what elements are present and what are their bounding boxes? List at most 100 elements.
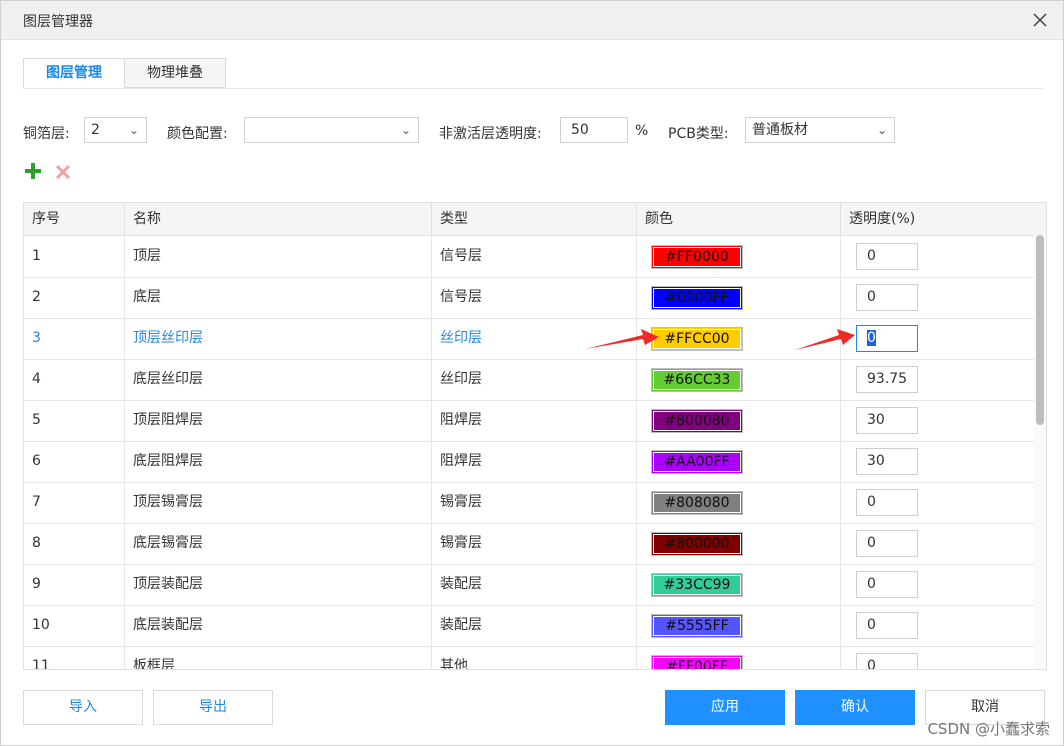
opacity-input[interactable]: 0 (856, 284, 918, 311)
opacity-input[interactable]: 0 (856, 243, 918, 270)
table-row[interactable]: 6 底层阻焊层 阻焊层 #AA00FF 30 (24, 441, 1034, 483)
row-color-cell: #800080 (637, 400, 841, 441)
row-layer-type: 阻焊层 (432, 400, 637, 441)
copper-layers-label: 铜箔层: (23, 126, 70, 142)
row-opacity-cell: 0 (841, 523, 1034, 564)
row-layer-name: 顶层装配层 (125, 564, 432, 605)
table-row[interactable]: 11 板框层 其他 #FF00FF 0 (24, 646, 1034, 670)
header-name: 名称 (125, 203, 432, 235)
copper-layers-select[interactable]: 2 ⌄ (84, 117, 147, 143)
row-opacity-cell: 0 (841, 482, 1034, 523)
scrollbar-thumb[interactable] (1036, 235, 1044, 425)
pcb-type-select[interactable]: 普通板材 ⌄ (745, 117, 895, 143)
inactive-opacity-label: 非激活层透明度: (439, 126, 542, 142)
row-color-cell: #808080 (637, 482, 841, 523)
color-swatch[interactable]: #0000FF (651, 286, 743, 310)
inactive-opacity-input[interactable]: 50 (560, 117, 628, 143)
import-button[interactable]: 导入 (23, 690, 143, 725)
opacity-input[interactable]: 0 (856, 653, 918, 670)
row-layer-name: 顶层阻焊层 (125, 400, 432, 441)
opacity-value: 0 (867, 658, 876, 670)
opacity-input[interactable]: 30 (856, 448, 918, 475)
table-row[interactable]: 2 底层 信号层 #0000FF 0 (24, 277, 1034, 319)
color-swatch[interactable]: #5555FF (651, 614, 743, 638)
row-color-cell: #AA00FF (637, 441, 841, 482)
table-row[interactable]: 3 顶层丝印层 丝印层 #FFCC00 0 (24, 318, 1034, 360)
header-type: 类型 (432, 203, 637, 235)
color-swatch[interactable]: #FF0000 (651, 245, 743, 269)
table-row[interactable]: 5 顶层阻焊层 阻焊层 #800080 30 (24, 400, 1034, 442)
color-swatch[interactable]: #FFCC00 (651, 327, 743, 351)
color-swatch[interactable]: #66CC33 (651, 368, 743, 392)
table-row[interactable]: 4 底层丝印层 丝印层 #66CC33 93.75 (24, 359, 1034, 401)
row-opacity-cell: 0 (841, 318, 1034, 359)
color-swatch[interactable]: #33CC99 (651, 573, 743, 597)
pcb-type-value: 普通板材 (752, 122, 808, 138)
row-color-cell: #800000 (637, 523, 841, 564)
pcb-type-label: PCB类型: (668, 126, 729, 142)
row-layer-name: 底层装配层 (125, 605, 432, 646)
opacity-value: 0 (867, 248, 876, 264)
row-color-cell: #0000FF (637, 277, 841, 318)
tab-layer-management[interactable]: 图层管理 (23, 58, 125, 88)
row-layer-name: 底层阻焊层 (125, 441, 432, 482)
row-layer-name: 顶层 (125, 236, 432, 277)
row-layer-name: 顶层丝印层 (125, 318, 432, 359)
row-index: 3 (24, 318, 125, 359)
row-layer-type: 丝印层 (432, 359, 637, 400)
copper-layers-value: 2 (91, 122, 100, 138)
row-index: 5 (24, 400, 125, 441)
row-opacity-cell: 0 (841, 605, 1034, 646)
apply-button[interactable]: 应用 (665, 690, 785, 725)
opacity-value: 30 (867, 453, 885, 469)
row-layer-type: 其他 (432, 646, 637, 669)
row-layer-name: 底层 (125, 277, 432, 318)
row-index: 6 (24, 441, 125, 482)
ok-button[interactable]: 确认 (795, 690, 915, 725)
table-row[interactable]: 1 顶层 信号层 #FF0000 0 (24, 236, 1034, 278)
close-icon[interactable] (1029, 9, 1051, 31)
tab-physical-stackup[interactable]: 物理堆叠 (125, 58, 226, 88)
opacity-value: 30 (867, 412, 885, 428)
plus-icon[interactable] (23, 161, 43, 181)
watermark: CSDN @小蠢求索 (927, 720, 1050, 738)
opacity-input[interactable]: 93.75 (856, 366, 918, 393)
annotation-arrow-icon (795, 329, 855, 350)
color-swatch[interactable]: #FF00FF (651, 655, 743, 669)
tab-bar: 图层管理 物理堆叠 (23, 58, 226, 88)
table-row[interactable]: 7 顶层锡膏层 锡膏层 #808080 0 (24, 482, 1034, 524)
table-row[interactable]: 8 底层锡膏层 锡膏层 #800000 0 (24, 523, 1034, 565)
percent-unit: % (635, 123, 649, 139)
row-index: 11 (24, 646, 125, 669)
opacity-input[interactable]: 0 (856, 325, 918, 352)
table-row[interactable]: 10 底层装配层 装配层 #5555FF 0 (24, 605, 1034, 647)
color-swatch[interactable]: #808080 (651, 491, 743, 515)
opacity-value: 0 (867, 576, 876, 592)
row-layer-type: 装配层 (432, 564, 637, 605)
opacity-value: 0 (867, 330, 876, 346)
row-index: 1 (24, 236, 125, 277)
opacity-value: 0 (867, 494, 876, 510)
delete-icon[interactable] (55, 164, 71, 180)
opacity-input[interactable]: 30 (856, 407, 918, 434)
opacity-input[interactable]: 0 (856, 530, 918, 557)
row-index: 10 (24, 605, 125, 646)
layer-table: 序号 名称 类型 颜色 透明度(%) 1 顶层 信号层 #FF0000 0 2 底层 信号层 #… (23, 202, 1047, 670)
opacity-input[interactable]: 0 (856, 489, 918, 516)
opacity-input[interactable]: 0 (856, 571, 918, 598)
opacity-input[interactable]: 0 (856, 612, 918, 639)
row-color-cell: #FF0000 (637, 236, 841, 277)
color-swatch[interactable]: #800080 (651, 409, 743, 433)
row-opacity-cell: 0 (841, 236, 1034, 277)
row-layer-type: 锡膏层 (432, 482, 637, 523)
table-header: 序号 名称 类型 颜色 透明度(%) (24, 203, 1046, 236)
export-button[interactable]: 导出 (153, 690, 273, 725)
color-swatch[interactable]: #800000 (651, 532, 743, 556)
table-row[interactable]: 9 顶层装配层 装配层 #33CC99 0 (24, 564, 1034, 606)
opacity-value: 93.75 (867, 371, 908, 387)
color-config-select[interactable]: ⌄ (244, 117, 419, 143)
row-color-cell: #5555FF (637, 605, 841, 646)
header-opacity: 透明度(%) (849, 211, 916, 227)
row-index: 4 (24, 359, 125, 400)
color-swatch[interactable]: #AA00FF (651, 450, 743, 474)
